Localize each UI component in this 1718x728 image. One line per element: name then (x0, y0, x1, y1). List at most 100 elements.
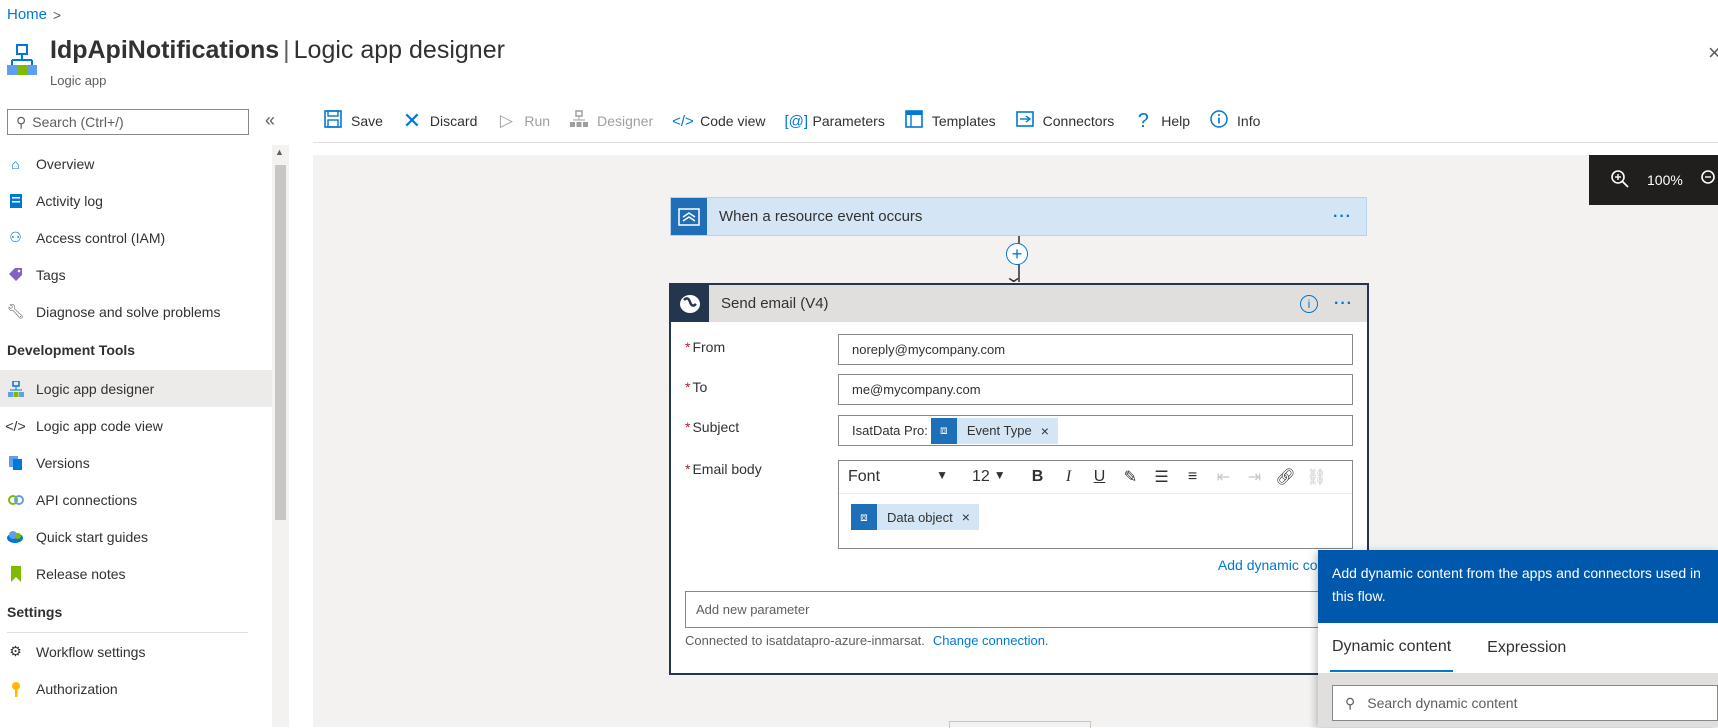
remove-token-icon[interactable]: × (1041, 423, 1058, 439)
breadcrumb-home-link[interactable]: Home (7, 6, 47, 23)
info-button[interactable]: Info (1209, 109, 1261, 133)
collapse-sidebar-button[interactable]: « (265, 110, 275, 131)
sidebar-scroll-thumb[interactable] (275, 165, 286, 520)
sidebar-search-input[interactable]: ⚲ Search (Ctrl+/) (7, 109, 249, 135)
templates-icon (904, 109, 924, 133)
sidebar-item-quick-start[interactable]: Quick start guides (0, 518, 272, 555)
code-view-button[interactable]: </> Code view (672, 113, 765, 130)
sidebar-item-tags[interactable]: Tags (0, 256, 272, 293)
italic-icon[interactable]: I (1053, 468, 1084, 486)
tab-expression[interactable]: Expression (1485, 625, 1568, 671)
font-size-select[interactable]: 12 ▼ (958, 468, 1022, 486)
sidebar-item-label: Overview (36, 155, 95, 172)
numbered-list-icon[interactable]: ≡ (1177, 468, 1208, 486)
to-label: * To (685, 379, 708, 395)
sidebar-item-versions[interactable]: Versions (0, 444, 272, 481)
close-icon[interactable]: × (1708, 40, 1718, 66)
sidebar-item-label: Logic app designer (36, 380, 155, 397)
font-select[interactable]: Font ▼ (839, 468, 958, 486)
api-connection-icon (7, 491, 24, 508)
body-token[interactable]: ⧈ Data object × (851, 504, 979, 530)
bold-icon[interactable]: B (1022, 468, 1053, 486)
save-button[interactable]: Save (323, 109, 383, 133)
info-icon[interactable]: i (1300, 294, 1319, 313)
templates-button[interactable]: Templates (904, 109, 996, 133)
sidebar-item-label: Diagnose and solve problems (36, 303, 221, 320)
sidebar-item-release-notes[interactable]: Release notes (0, 555, 272, 592)
caret-down-icon: ▼ (993, 468, 1006, 482)
parameters-icon: [@] (784, 112, 809, 130)
sidebar-item-activity-log[interactable]: Activity log (0, 182, 272, 219)
connectors-label: Connectors (1042, 113, 1115, 129)
zoom-in-icon[interactable] (1611, 169, 1629, 191)
dynamic-panel-header: Add dynamic content from the apps and co… (1318, 550, 1718, 623)
help-button[interactable]: ? Help (1133, 110, 1190, 133)
logic-app-icon (7, 44, 37, 75)
discard-button[interactable]: ✕ Discard (402, 108, 478, 134)
dynamic-search-area: ⚲ Search dynamic content (1318, 673, 1718, 727)
insert-step-button[interactable]: + (1006, 243, 1028, 265)
sidebar-item-workflow-settings[interactable]: ⚙ Workflow settings (0, 633, 272, 670)
email-body-editor[interactable]: Font ▼ 12 ▼ B I U ✎ ☰ ≡ ⇤ ⇥ 🔗︎ ⛓︎ ⧈ Data o… (838, 460, 1353, 549)
decrease-indent-icon[interactable]: ⇤ (1208, 467, 1239, 487)
underline-icon[interactable]: U (1084, 468, 1115, 486)
scroll-up-icon[interactable]: ▲ (275, 147, 284, 157)
more-options-icon[interactable]: ··· (1333, 208, 1352, 226)
designer-button[interactable]: Designer (569, 109, 653, 133)
zoom-out-icon[interactable] (1701, 169, 1718, 191)
trigger-card[interactable]: When a resource event occurs ··· (670, 197, 1367, 236)
info-label: Info (1237, 113, 1261, 129)
to-field[interactable]: me@mycompany.com (838, 374, 1353, 405)
sidebar-item-access-control[interactable]: ⚇ Access control (IAM) (0, 219, 272, 256)
sidebar-item-label: Access control (IAM) (36, 229, 166, 246)
parameters-button[interactable]: [@] Parameters (784, 113, 884, 130)
toolbar-divider (313, 142, 1718, 143)
email-body-content: ⧈ Data object × (839, 494, 1352, 530)
link-icon[interactable]: 🔗︎ (1270, 467, 1301, 487)
subject-field[interactable]: IsatData Pro: ⧈ Event Type × (838, 415, 1353, 446)
help-icon: ? (1137, 109, 1149, 132)
connection-status: Connected to isatdatapro-azure-inmarsat. (685, 633, 925, 648)
sidebar-item-label: Quick start guides (36, 528, 149, 545)
font-size-value: 12 (972, 468, 990, 485)
remove-token-icon[interactable]: × (962, 509, 979, 525)
unlink-icon[interactable]: ⛓︎ (1301, 467, 1332, 487)
run-button[interactable]: ▷ Run (496, 111, 550, 131)
event-grid-icon (671, 198, 707, 235)
cloud-icon (7, 528, 24, 545)
sidebar-nav: ⌂ Overview Activity log ⚇ Access control… (0, 145, 272, 707)
sidebar-item-overview[interactable]: ⌂ Overview (0, 145, 272, 182)
sidebar-item-authorization[interactable]: Authorization (0, 670, 272, 707)
sidebar-item-logic-app-code-view[interactable]: </> Logic app code view (0, 407, 272, 444)
sidebar-item-diagnose[interactable]: 🔧︎ Diagnose and solve problems (0, 293, 272, 330)
breadcrumb-separator: > (53, 6, 62, 23)
add-new-parameter-select[interactable]: Add new parameter (685, 591, 1355, 628)
action-header[interactable]: Send email (V4) i ··· (671, 285, 1367, 322)
email-body-label: * Email body (685, 461, 762, 477)
dynamic-search-input[interactable]: ⚲ Search dynamic content (1332, 685, 1718, 721)
sidebar-item-label: API connections (36, 491, 138, 508)
close-icon: ✕ (402, 108, 422, 133)
sendgrid-icon (671, 285, 709, 322)
font-value: Font (848, 468, 881, 485)
caret-down-icon: ▼ (936, 468, 948, 482)
overview-icon: ⌂ (11, 155, 20, 172)
increase-indent-icon[interactable]: ⇥ (1239, 467, 1270, 487)
highlight-icon[interactable]: ✎ (1115, 467, 1146, 487)
tab-dynamic-content[interactable]: Dynamic content (1330, 624, 1454, 672)
search-icon: ⚲ (1345, 694, 1356, 711)
parameters-label: Parameters (812, 113, 885, 129)
save-icon (323, 109, 343, 133)
sidebar-item-logic-app-designer[interactable]: Logic app designer (0, 370, 272, 407)
more-options-icon[interactable]: ··· (1334, 295, 1353, 313)
sidebar-item-api-connections[interactable]: API connections (0, 481, 272, 518)
event-grid-icon: ⧈ (851, 504, 877, 530)
bullet-list-icon[interactable]: ☰ (1146, 467, 1177, 487)
from-field[interactable]: noreply@mycompany.com (838, 334, 1353, 365)
templates-label: Templates (931, 113, 996, 129)
sidebar-item-label: Activity log (36, 192, 103, 209)
subject-token[interactable]: ⧈ Event Type × (930, 417, 1058, 444)
connectors-button[interactable]: Connectors (1015, 110, 1115, 132)
change-connection-link[interactable]: Change connection. (933, 633, 1049, 648)
run-label: Run (524, 113, 551, 129)
